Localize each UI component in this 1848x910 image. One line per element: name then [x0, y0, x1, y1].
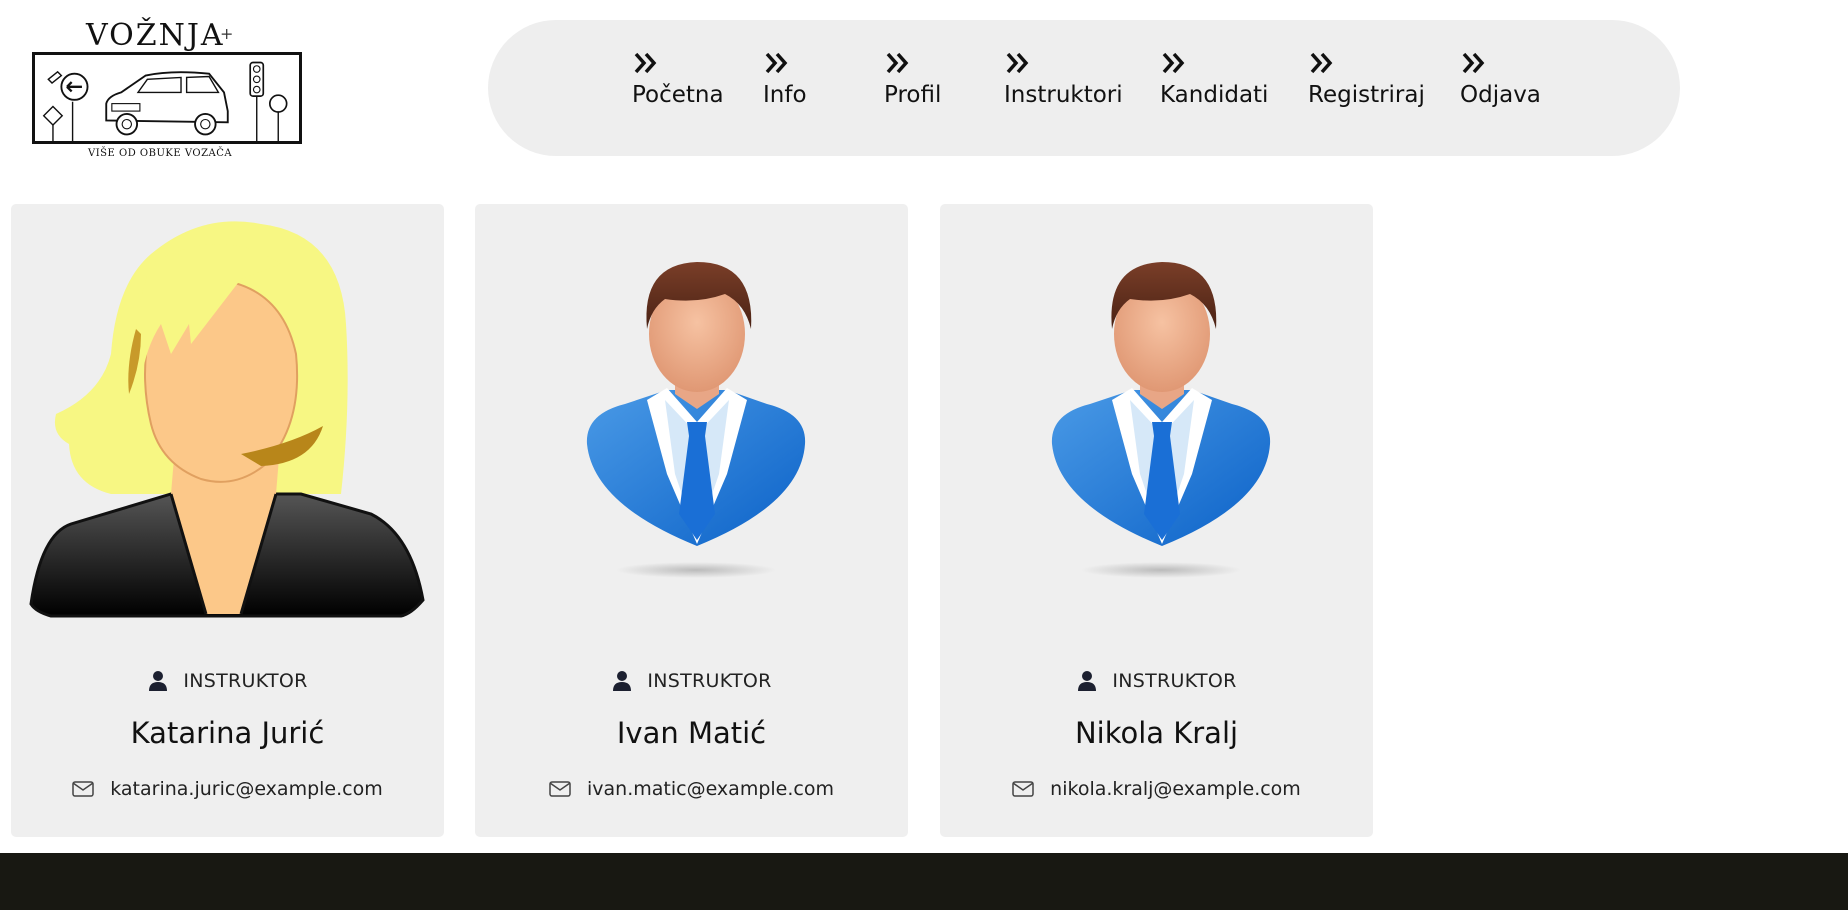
logo-title: VOŽNJA [86, 18, 225, 53]
nav-item-profil[interactable]: Profil [884, 48, 941, 108]
double-chevron-right-icon [765, 52, 788, 74]
mail-icon [72, 781, 94, 797]
nav-label: Početna [632, 82, 724, 108]
nav-label: Instruktori [1004, 82, 1123, 108]
instructor-card[interactable]: INSTRUKTOR Ivan Matić ivan.matic@example… [475, 204, 908, 837]
nav-item-odjava[interactable]: Odjava [1460, 48, 1541, 108]
user-icon [149, 671, 168, 691]
role-label: INSTRUKTOR [647, 670, 772, 692]
instructor-name: Katarina Jurić [130, 716, 325, 750]
nav-item-kandidati[interactable]: Kandidati [1160, 48, 1268, 108]
instructor-email: katarina.juric@example.com [110, 778, 383, 800]
footer [0, 853, 1848, 910]
role-label: INSTRUKTOR [1112, 670, 1237, 692]
email-row[interactable]: nikola.kralj@example.com [940, 778, 1373, 800]
email-row[interactable]: ivan.matic@example.com [475, 778, 908, 800]
double-chevron-right-icon [1462, 52, 1485, 74]
double-chevron-right-icon [1162, 52, 1185, 74]
mail-icon [549, 781, 571, 797]
instructor-email: nikola.kralj@example.com [1050, 778, 1301, 800]
email-row[interactable]: katarina.juric@example.com [11, 778, 444, 800]
male-avatar [475, 204, 908, 634]
main-navbar: Početna Info Profil Instruktori Kandidat… [488, 20, 1680, 156]
mail-icon [1012, 781, 1034, 797]
logo[interactable]: VOŽNJA + VIŠE OD OBUKE VOZAČA [30, 14, 304, 164]
role-row: INSTRUKTOR [940, 670, 1373, 692]
instructor-name: Ivan Matić [616, 716, 767, 750]
nav-item-instruktori[interactable]: Instruktori [1004, 48, 1123, 108]
car-icon [42, 61, 288, 141]
nav-item-pocetna[interactable]: Početna [632, 48, 724, 108]
nav-label: Odjava [1460, 82, 1541, 108]
nav-label: Kandidati [1160, 82, 1269, 108]
nav-item-info[interactable]: Info [763, 48, 807, 108]
nav-item-registriraj[interactable]: Registriraj [1308, 48, 1425, 108]
nav-label: Registriraj [1308, 82, 1425, 108]
instructor-name: Nikola Kralj [1074, 716, 1239, 750]
double-chevron-right-icon [1310, 52, 1333, 74]
nav-label: Info [763, 82, 807, 108]
double-chevron-right-icon [886, 52, 909, 74]
double-chevron-right-icon [1006, 52, 1029, 74]
instructor-email: ivan.matic@example.com [587, 778, 834, 800]
role-row: INSTRUKTOR [11, 670, 444, 692]
logo-tagline: VIŠE OD OBUKE VOZAČA [88, 148, 233, 159]
user-icon [613, 671, 632, 691]
instructor-card[interactable]: INSTRUKTOR Nikola Kralj nikola.kralj@exa… [940, 204, 1373, 837]
role-row: INSTRUKTOR [475, 670, 908, 692]
logo-plus: + [220, 24, 234, 43]
nav-label: Profil [884, 82, 942, 108]
logo-car-illustration [32, 52, 302, 144]
male-avatar [940, 204, 1373, 634]
instructor-card[interactable]: INSTRUKTOR Katarina Jurić katarina.juric… [11, 204, 444, 837]
double-chevron-right-icon [634, 52, 657, 74]
female-avatar [11, 204, 444, 634]
role-label: INSTRUKTOR [183, 670, 308, 692]
user-icon [1078, 671, 1097, 691]
